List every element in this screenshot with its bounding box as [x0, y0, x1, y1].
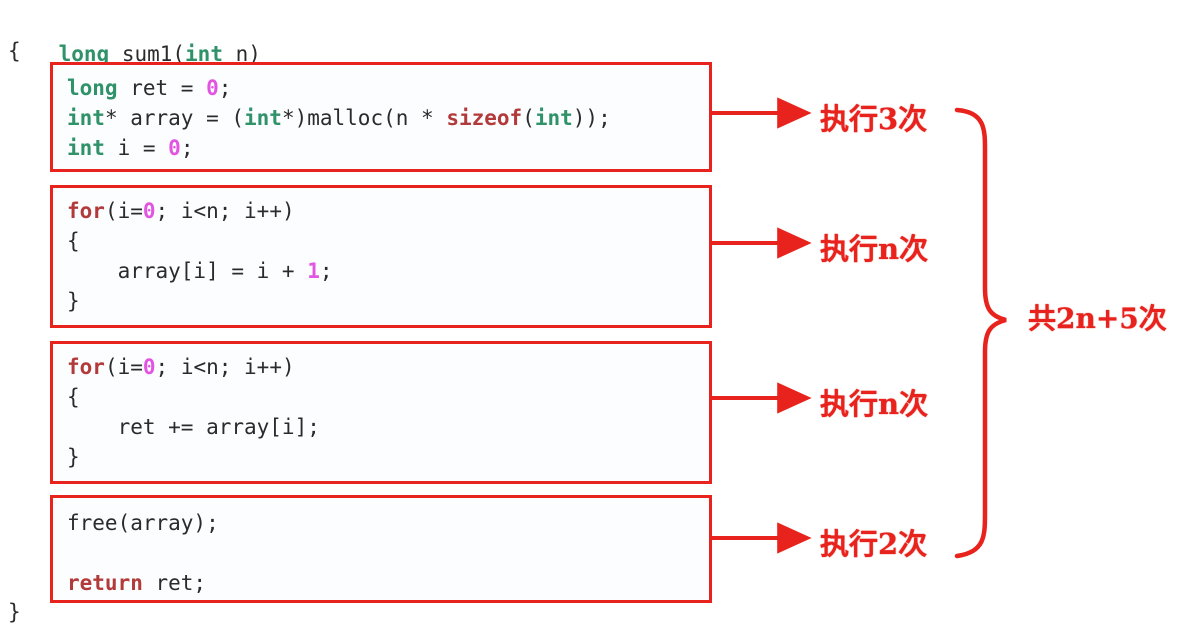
- annotation-block4: 执行2次: [820, 527, 928, 561]
- annotation-block3: 执行n次: [820, 387, 929, 421]
- annotation-connectors: [712, 97, 1007, 559]
- annotation-total: 共2n+5次: [1028, 302, 1167, 335]
- summary-brace: [954, 107, 1007, 559]
- annotation-block1: 执行3次: [820, 102, 928, 136]
- annotation-block2: 执行n次: [820, 232, 929, 266]
